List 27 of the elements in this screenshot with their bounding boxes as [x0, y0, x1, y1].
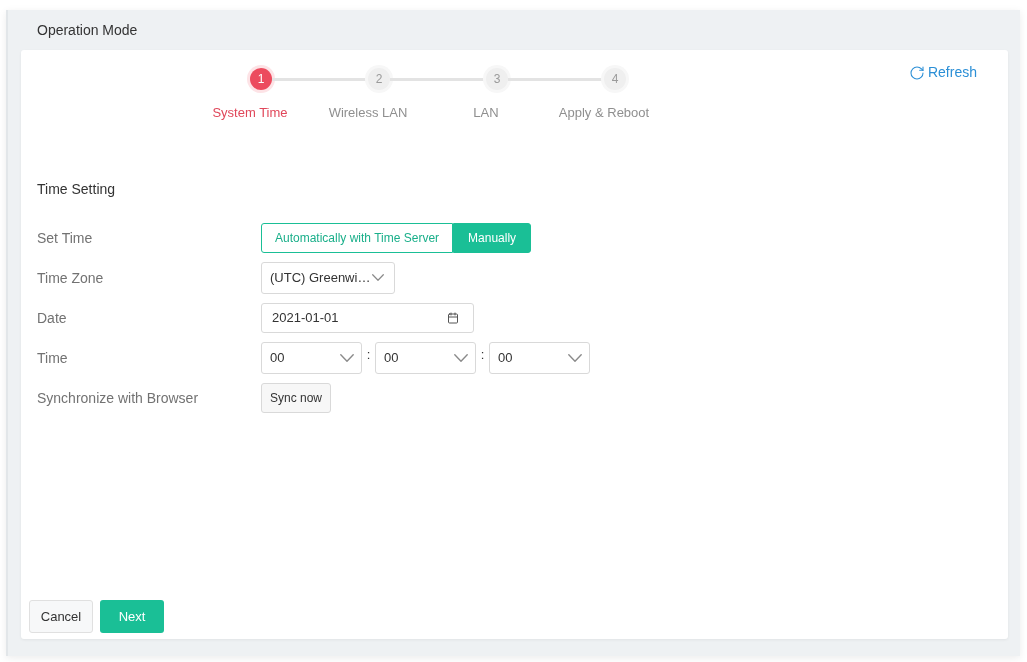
section-title: Time Setting — [37, 180, 116, 197]
chevron-down-icon — [372, 274, 384, 281]
date-field[interactable]: 2021-01-01 — [261, 302, 474, 333]
time-select[interactable]: 00 — [261, 341, 362, 374]
field-label: Synchronize with Browser — [37, 389, 199, 406]
field-label: Time Zone — [37, 269, 104, 286]
field-label: Set Time — [37, 229, 93, 246]
time-separator: : — [479, 345, 486, 364]
time-separator: : — [365, 345, 372, 364]
step-label: Wireless LAN — [328, 104, 408, 122]
step-label: Apply & Reboot — [558, 104, 650, 122]
step-label: LAN — [473, 104, 499, 122]
panel-title: Operation Mode — [37, 20, 138, 40]
time-select[interactable]: 00 — [489, 341, 590, 374]
field-label: Time — [37, 349, 68, 366]
refresh-icon — [908, 64, 925, 81]
refresh-link[interactable]: Refresh — [908, 62, 977, 83]
field-label: Date — [37, 309, 67, 326]
chevron-down-icon — [568, 353, 582, 362]
time-select[interactable]: 00 — [375, 341, 476, 374]
chevron-down-icon — [340, 353, 354, 362]
calendar-icon — [447, 311, 459, 324]
chevron-down-icon — [454, 353, 468, 362]
cancel-button[interactable]: Cancel — [29, 600, 93, 633]
step-label: System Time — [212, 104, 288, 122]
time-zone-select[interactable]: (UTC) Greenwi… — [261, 261, 395, 294]
sync-now-button[interactable]: Sync now — [261, 382, 332, 413]
